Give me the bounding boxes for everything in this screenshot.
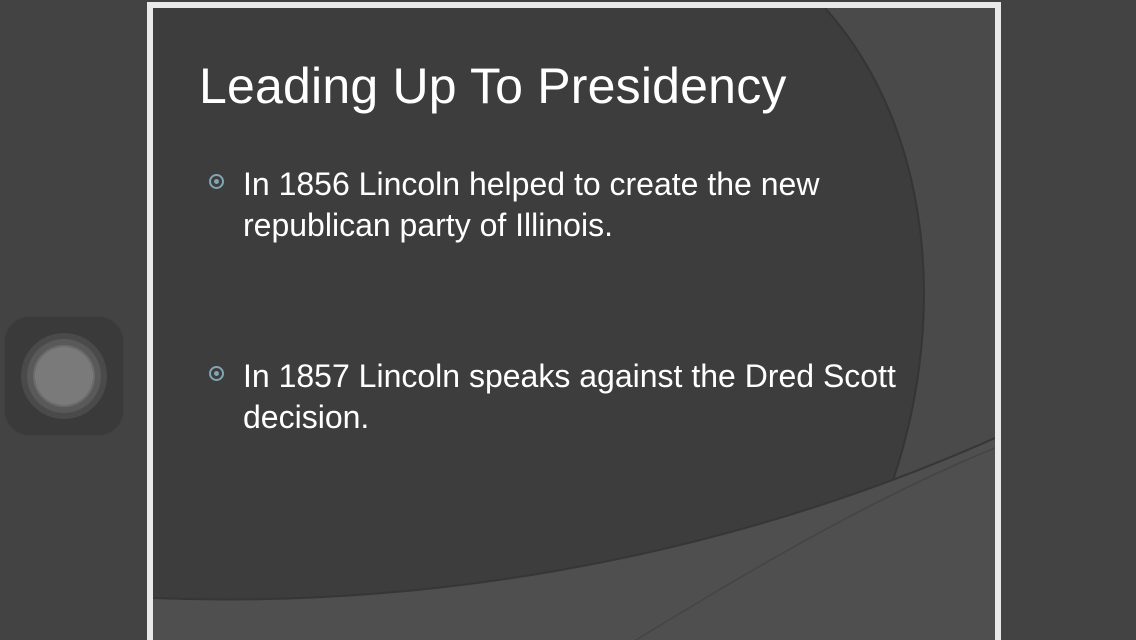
list-item: In 1857 Lincoln speaks against the Dred … <box>209 356 909 438</box>
list-item: In 1856 Lincoln helped to create the new… <box>209 164 909 246</box>
slide-title: Leading Up To Presidency <box>199 58 787 114</box>
slide[interactable]: Leading Up To Presidency In 1856 Lincoln… <box>153 8 995 640</box>
bullet-text: In 1857 Lincoln speaks against the Dred … <box>243 358 896 435</box>
assistive-touch-icon[interactable] <box>4 316 124 436</box>
slide-frame: Leading Up To Presidency In 1856 Lincoln… <box>147 2 1001 640</box>
slide-viewer: Leading Up To Presidency In 1856 Lincoln… <box>0 0 1136 640</box>
bullet-list: In 1856 Lincoln helped to create the new… <box>209 164 909 548</box>
circle-dot-icon <box>209 174 224 189</box>
right-gutter <box>1001 0 1136 640</box>
assistive-touch-core <box>35 347 93 405</box>
circle-dot-icon <box>209 366 224 381</box>
bullet-text: In 1856 Lincoln helped to create the new… <box>243 166 820 243</box>
